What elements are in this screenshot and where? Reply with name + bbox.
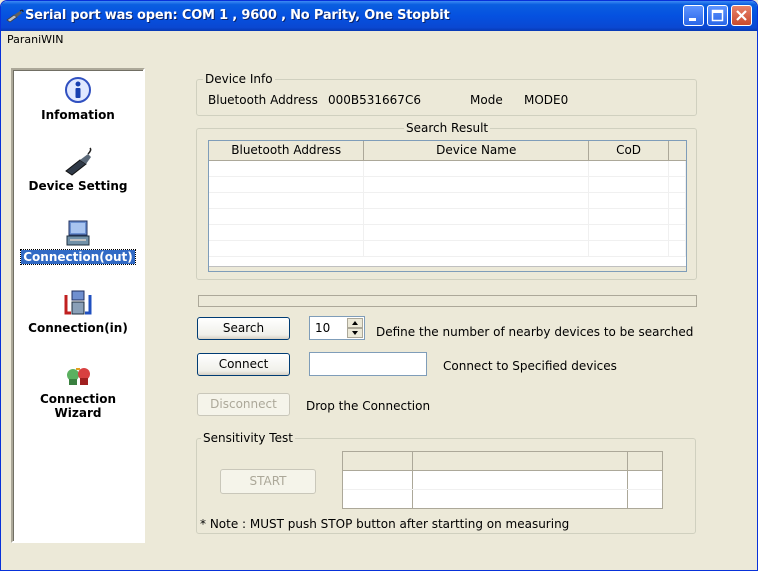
minimize-icon — [689, 18, 696, 21]
mode-label: Mode — [470, 93, 503, 107]
start-button[interactable]: START — [220, 469, 316, 494]
table-cell — [588, 240, 670, 257]
table-row[interactable] — [209, 208, 686, 225]
sidebar: Infomation Device Setting Connection(out… — [11, 68, 145, 543]
search-progress-bar — [198, 295, 697, 307]
table-cell — [209, 240, 365, 257]
sidebar-item-device-setting[interactable]: Device Setting — [13, 147, 143, 193]
search-result-group: Search Result Bluetooth Address Device N… — [196, 121, 697, 280]
sensitivity-column-divider — [627, 452, 628, 509]
device-info-legend: Device Info — [203, 72, 275, 86]
table-header-row: Bluetooth Address Device Name CoD — [209, 141, 686, 161]
maximize-button[interactable] — [707, 5, 728, 26]
horizontal-scrollbar[interactable] — [209, 266, 686, 271]
sensitivity-test-group: Sensitivity Test START * Note : MUST pus… — [196, 431, 696, 534]
minimize-button[interactable] — [683, 5, 704, 26]
table-cell — [209, 208, 365, 225]
column-header-bluetooth-address[interactable]: Bluetooth Address — [209, 141, 365, 161]
table-cell — [363, 192, 590, 209]
table-cell — [363, 160, 590, 177]
table-row[interactable] — [209, 176, 686, 193]
search-result-list[interactable]: Bluetooth Address Device Name CoD — [208, 140, 687, 272]
mode-value: MODE0 — [524, 93, 569, 107]
table-cell — [363, 224, 590, 241]
sidebar-item-connection-in[interactable]: Connection(in) — [13, 289, 143, 335]
table-cell — [668, 224, 686, 241]
serial-device-icon — [65, 147, 92, 176]
computer-incoming-icon — [64, 290, 92, 315]
arrow-down-icon — [352, 331, 358, 335]
window-title: Serial port was open: COM 1 , 9600 , No … — [25, 8, 450, 23]
sensitivity-table-header — [343, 452, 662, 471]
table-cell — [209, 224, 365, 241]
search-count-value[interactable]: 10 — [315, 321, 330, 335]
search-button[interactable]: Search — [197, 317, 290, 340]
sidebar-item-label: Infomation — [41, 108, 115, 122]
table-cell — [668, 192, 686, 209]
table-cell — [363, 240, 590, 257]
table-cell — [668, 240, 686, 257]
sidebar-item-connection-out[interactable]: Connection(out) — [13, 218, 143, 265]
search-result-table: Bluetooth Address Device Name CoD — [209, 141, 686, 257]
info-icon — [65, 77, 91, 103]
measuring-note: * Note : MUST push STOP button after sta… — [200, 517, 570, 531]
wizard-icon — [67, 368, 90, 385]
table-row[interactable] — [209, 224, 686, 241]
bluetooth-address-label: Bluetooth Address — [208, 93, 318, 107]
serial-cable-icon — [6, 9, 24, 23]
sensitivity-test-legend: Sensitivity Test — [201, 431, 295, 445]
table-cell — [588, 192, 670, 209]
table-cell — [363, 176, 590, 193]
table-cell — [588, 224, 670, 241]
computer-outgoing-icon — [66, 220, 90, 246]
table-cell — [588, 160, 670, 177]
sensitivity-table — [342, 451, 663, 509]
table-cell — [209, 192, 365, 209]
bluetooth-address-value: 000B531667C6 — [328, 93, 421, 107]
search-count-stepper: 10 — [309, 316, 365, 340]
sensitivity-column-divider — [412, 452, 413, 509]
stepper-down-button[interactable] — [347, 328, 363, 338]
connect-button[interactable]: Connect — [197, 353, 290, 376]
column-header-cod[interactable]: CoD — [588, 141, 670, 161]
menu-item-paraniwin[interactable]: ParaniWIN — [7, 33, 64, 46]
close-icon — [736, 10, 747, 21]
sidebar-item-connection-wizard[interactable]: Connection Wizard — [13, 360, 143, 420]
device-info-group: Device Info Bluetooth Address 000B531667… — [196, 72, 697, 116]
connect-address-field[interactable] — [309, 352, 427, 376]
table-cell — [588, 176, 670, 193]
table-cell — [668, 176, 686, 193]
table-cell — [668, 208, 686, 225]
table-row[interactable] — [209, 192, 686, 209]
table-row[interactable] — [209, 240, 686, 257]
sensitivity-row-divider — [343, 489, 662, 490]
disconnect-button[interactable]: Disconnect — [197, 393, 290, 416]
arrow-up-icon — [352, 321, 358, 325]
table-cell — [209, 176, 365, 193]
stepper-up-button[interactable] — [347, 318, 363, 328]
column-header-filler — [668, 141, 686, 161]
table-cell — [209, 160, 365, 177]
sidebar-item-label: Connection(in) — [28, 321, 128, 335]
table-cell — [668, 160, 686, 177]
table-cell — [588, 208, 670, 225]
close-button[interactable] — [731, 5, 752, 26]
sidebar-item-information[interactable]: Infomation — [13, 76, 143, 122]
disconnect-hint: Drop the Connection — [306, 399, 431, 413]
maximize-icon — [711, 9, 724, 22]
sidebar-item-label: Connection Wizard — [39, 392, 117, 420]
sidebar-item-label: Connection(out) — [20, 249, 136, 265]
connect-hint: Connect to Specified devices — [443, 359, 617, 373]
menu-bar: ParaniWIN — [1, 31, 757, 49]
table-row[interactable] — [209, 160, 686, 177]
main-window: Serial port was open: COM 1 , 9600 , No … — [0, 0, 758, 571]
column-header-device-name[interactable]: Device Name — [363, 141, 590, 161]
search-result-legend: Search Result — [404, 121, 491, 135]
sidebar-item-label: Device Setting — [28, 179, 128, 193]
title-bar[interactable]: Serial port was open: COM 1 , 9600 , No … — [1, 1, 757, 31]
search-hint: Define the number of nearby devices to b… — [376, 325, 694, 339]
table-cell — [363, 208, 590, 225]
